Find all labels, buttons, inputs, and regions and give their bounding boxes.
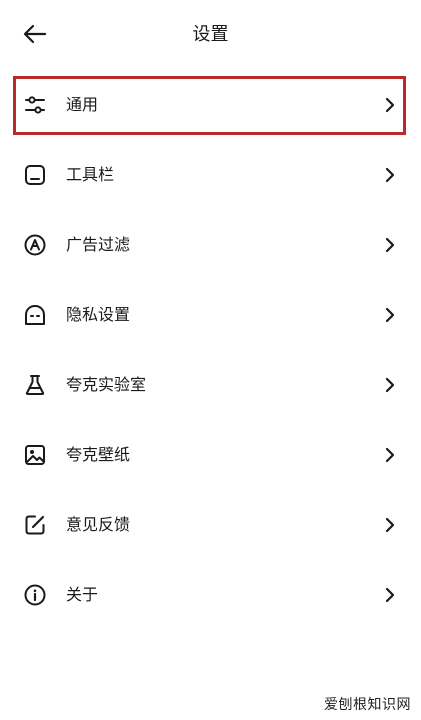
toolbar-icon [23, 163, 47, 187]
arrow-left-icon [23, 24, 47, 44]
menu-item-label: 关于 [66, 585, 99, 604]
menu-item-privacy[interactable]: 隐私设置 [0, 280, 421, 350]
flask-icon [23, 373, 47, 397]
privacy-icon [23, 303, 47, 327]
chevron-right-icon [385, 167, 395, 183]
menu-item-general[interactable]: 通用 [0, 70, 421, 140]
header-bar: 设置 [0, 0, 421, 70]
menu-item-label: 意见反馈 [66, 515, 131, 534]
menu-item-wallpaper[interactable]: 夸克壁纸 [0, 420, 421, 490]
menu-item-lab[interactable]: 夸克实验室 [0, 350, 421, 420]
chevron-right-icon [385, 307, 395, 323]
settings-menu: 通用 工具栏 广告过滤 隐私设置 夸克实验室 夸克壁纸 意见反馈 关于 [0, 70, 421, 630]
menu-item-label: 夸克实验室 [66, 375, 147, 394]
chevron-right-icon [385, 237, 395, 253]
wallpaper-icon [23, 443, 47, 467]
chevron-right-icon [385, 447, 395, 463]
ad-block-icon [23, 233, 47, 257]
info-icon [23, 583, 47, 607]
feedback-icon [23, 513, 47, 537]
menu-item-label: 通用 [66, 95, 99, 114]
menu-item-label: 隐私设置 [66, 305, 131, 324]
sliders-icon [23, 93, 47, 117]
menu-item-ad-filter[interactable]: 广告过滤 [0, 210, 421, 280]
chevron-right-icon [385, 517, 395, 533]
menu-item-label: 广告过滤 [66, 235, 131, 254]
chevron-right-icon [385, 377, 395, 393]
menu-item-label: 工具栏 [66, 165, 115, 184]
page-title: 设置 [192, 24, 229, 45]
watermark: 爱刨根知识网 [324, 697, 411, 713]
menu-item-label: 夸克壁纸 [66, 445, 131, 464]
menu-item-toolbar[interactable]: 工具栏 [0, 140, 421, 210]
back-button[interactable] [18, 20, 52, 48]
menu-item-feedback[interactable]: 意见反馈 [0, 490, 421, 560]
menu-item-about[interactable]: 关于 [0, 560, 421, 630]
chevron-right-icon [385, 587, 395, 603]
chevron-right-icon [385, 97, 395, 113]
